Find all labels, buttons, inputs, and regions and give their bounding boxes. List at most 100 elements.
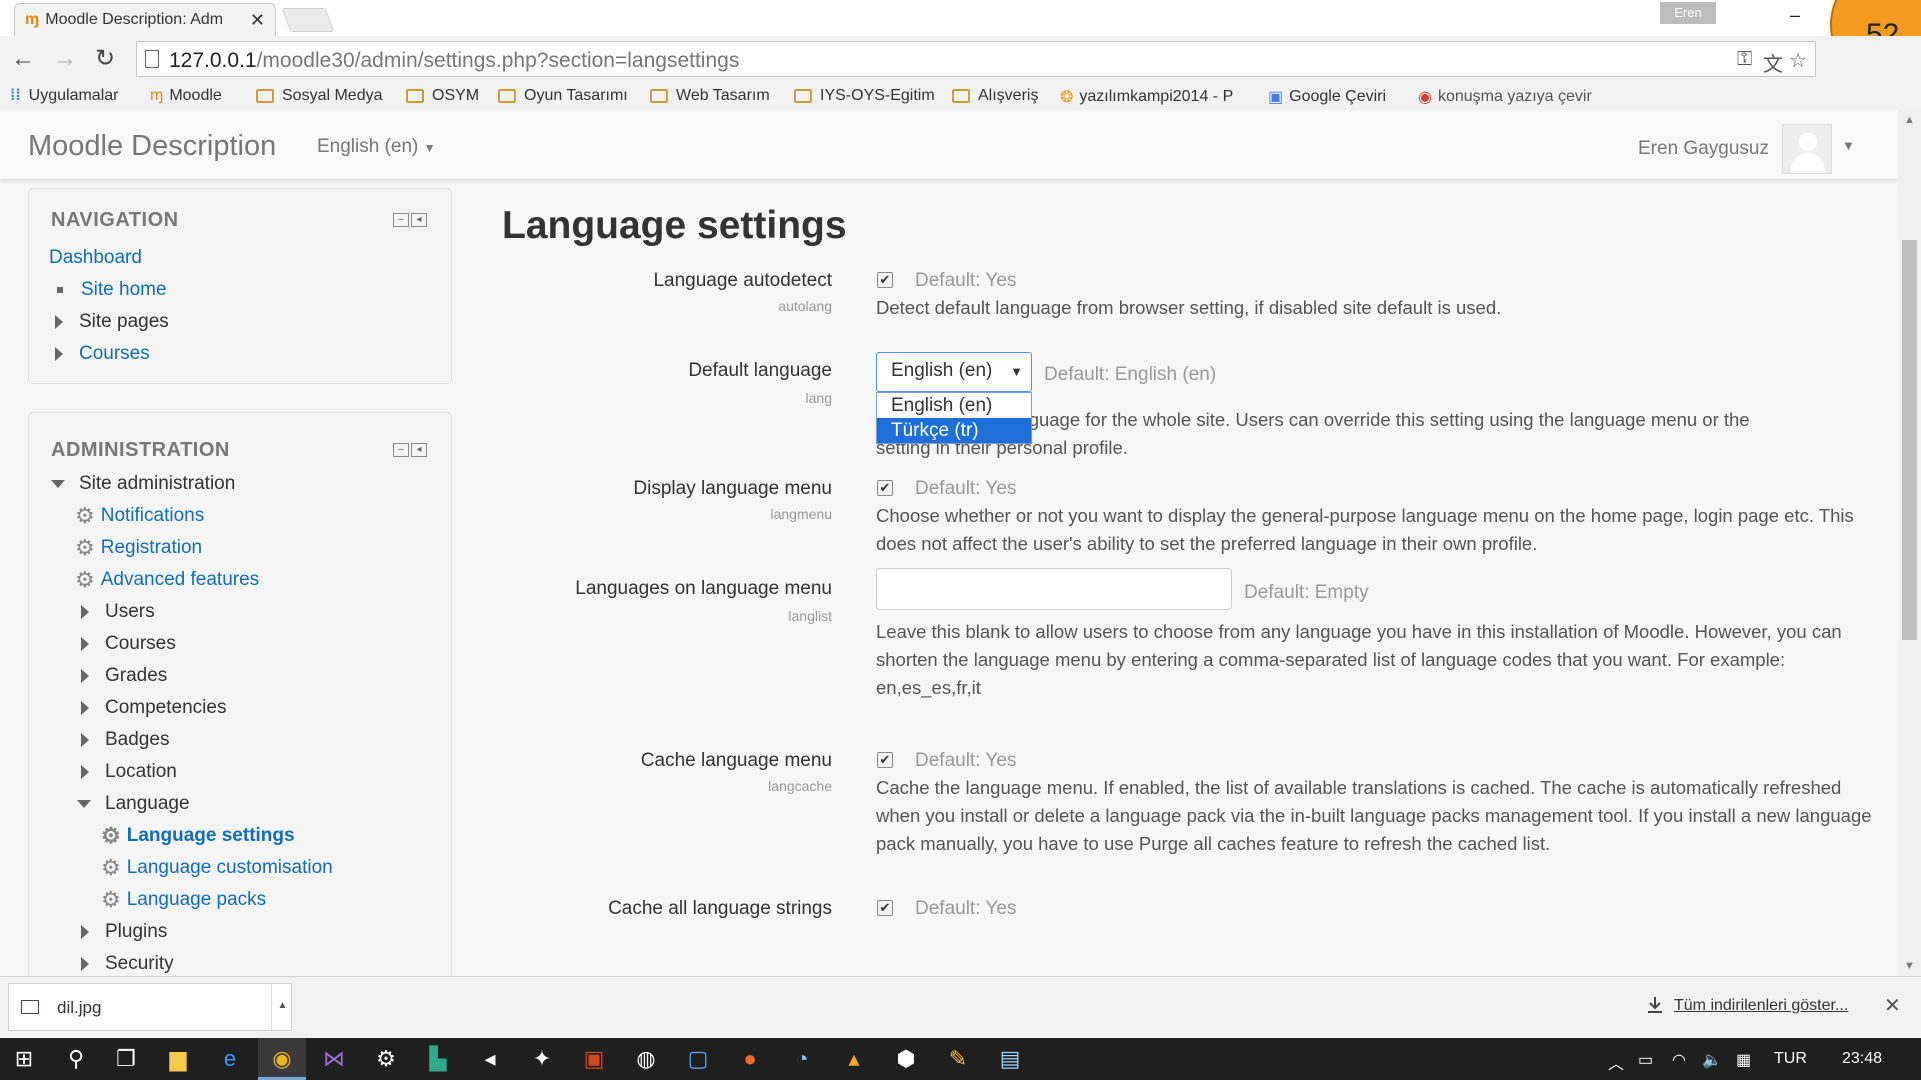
app-icon-orange[interactable]: ● (726, 1038, 774, 1080)
minimize-button[interactable]: – (1772, 0, 1818, 30)
keyboard-icon[interactable]: ▦ (1736, 1050, 1751, 1070)
admin-plugins[interactable]: Plugins (81, 921, 167, 943)
download-menu-caret-icon[interactable]: ▲ (271, 984, 293, 1032)
task-view-icon[interactable]: ❐ (102, 1038, 150, 1080)
admin-security[interactable]: Security (81, 953, 174, 975)
dock-block-icon[interactable]: ◂ (411, 443, 427, 457)
reload-icon[interactable]: ↻ (90, 44, 120, 74)
bookmark-osym[interactable]: OSYM (406, 87, 479, 105)
key-icon[interactable]: ⚿ (1737, 48, 1752, 71)
edge-icon[interactable]: e (206, 1038, 254, 1080)
admin-competencies[interactable]: Competencies (81, 697, 226, 719)
app-icon-blue[interactable]: ▢ (674, 1038, 722, 1080)
app-icon-yellow[interactable]: ▴ (830, 1038, 878, 1080)
bookmark-konusma[interactable]: ◉ konuşma yazıya çevir (1418, 87, 1592, 107)
tray-expand-icon[interactable]: ︿ (1608, 1050, 1624, 1074)
admin-language[interactable]: Language (77, 793, 190, 815)
app-icon-paint[interactable]: ✎ (934, 1038, 982, 1080)
admin-users[interactable]: Users (81, 601, 155, 623)
admin-language-packs[interactable]: ⚙ Language packs (101, 889, 266, 911)
admin-badges[interactable]: Badges (81, 729, 169, 751)
langstringcache-checkbox[interactable]: ✔ (877, 900, 893, 916)
language-menu[interactable]: English (en) ▼ (317, 136, 436, 158)
admin-grades[interactable]: Grades (81, 665, 167, 687)
url-text[interactable]: 127.0.0.1/moodle30/admin/settings.php?se… (169, 49, 739, 73)
bookmark-iys-oys[interactable]: IYS-OYS-Egitim (794, 87, 935, 105)
admin-advanced-features[interactable]: ⚙ Advanced features (75, 569, 259, 591)
bookmark-oyun-tasarimi[interactable]: Oyun Tasarımı (498, 87, 628, 105)
user-name[interactable]: Eren Gaygusuz (1638, 138, 1769, 160)
app-icon-figure[interactable]: ✦ (518, 1038, 566, 1080)
site-brand[interactable]: Moodle Description (28, 130, 276, 163)
wifi-icon[interactable]: ◠ (1672, 1050, 1686, 1070)
page-info-icon[interactable] (145, 50, 159, 68)
admin-location[interactable]: Location (81, 761, 177, 783)
avatar[interactable] (1782, 124, 1832, 174)
scroll-up-icon[interactable]: ▲ (1898, 110, 1921, 130)
address-bar[interactable]: 127.0.0.1/moodle30/admin/settings.php?se… (136, 41, 1816, 77)
forward-arrow-icon[interactable]: → (50, 44, 80, 74)
volume-icon[interactable]: 🔈 (1702, 1050, 1722, 1070)
app-icon-cube[interactable]: ⬢ (882, 1038, 930, 1080)
clock-time[interactable]: 23:48 (1842, 1050, 1882, 1068)
bookmark-yazilimkampi[interactable]: ❂ yazılımkampi2014 - P (1060, 87, 1233, 107)
nav-site-pages[interactable]: Site pages (55, 311, 169, 333)
back-arrow-icon[interactable]: ← (8, 44, 38, 74)
language-option-english[interactable]: English (en) (877, 393, 1031, 418)
powerpoint-icon[interactable]: ▣ (570, 1038, 618, 1080)
bookmark-alisveris[interactable]: Alışveriş (952, 87, 1038, 105)
admin-language-settings[interactable]: ⚙ Language settings (101, 825, 295, 847)
nav-dashboard[interactable]: Dashboard (49, 247, 142, 269)
langmenu-checkbox[interactable]: ✔ (877, 480, 893, 496)
user-menu-caret-icon[interactable]: ▼ (1842, 138, 1855, 153)
windows-start-icon[interactable]: ⊞ (0, 1038, 48, 1080)
bookmark-moodle[interactable]: ɱ Moodle (150, 87, 222, 105)
nav-courses[interactable]: Courses (55, 343, 150, 365)
steam-icon[interactable]: ◔ (778, 1038, 826, 1080)
input-language[interactable]: TUR (1774, 1050, 1807, 1068)
bookmark-google-ceviri[interactable]: ▣ Google Çeviri (1268, 87, 1386, 107)
visual-studio-icon[interactable]: ⋈ (310, 1038, 358, 1080)
page-scrollbar[interactable]: ▲ ▼ (1898, 110, 1921, 976)
download-item[interactable]: dil.jpg ▲ (8, 983, 293, 1032)
window-user-badge[interactable]: Eren (1660, 2, 1716, 24)
collapse-block-icon[interactable]: – (393, 443, 409, 457)
moodle-page: Moodle Description English (en) ▼ Eren G… (0, 110, 1898, 976)
langlist-input[interactable] (876, 568, 1232, 610)
app-icon-arrow[interactable]: ◂ (466, 1038, 514, 1080)
autolang-checkbox[interactable]: ✔ (877, 272, 893, 288)
close-tab-icon[interactable]: ✕ (250, 10, 265, 31)
nav-site-home[interactable]: Site home (49, 279, 167, 301)
settings-app-icon[interactable]: ⚙ (362, 1038, 410, 1080)
scroll-down-icon[interactable]: ▼ (1898, 956, 1921, 976)
collapse-block-icon[interactable]: – (393, 213, 409, 227)
new-tab-button[interactable] (281, 8, 335, 32)
notepad-icon[interactable]: ▤ (986, 1038, 1034, 1080)
admin-notifications[interactable]: ⚙ Notifications (75, 505, 204, 527)
langcache-checkbox[interactable]: ✔ (877, 752, 893, 768)
language-option-turkish[interactable]: Türkçe (tr) (877, 418, 1031, 443)
bookmark-apps[interactable]: ⁞⁞ Uygulamalar (10, 87, 118, 105)
battery-icon[interactable]: ▭ (1638, 1050, 1653, 1070)
bookmark-web-tasarim[interactable]: Web Tasarım (650, 87, 770, 105)
show-all-downloads-link[interactable]: Tüm indirilenleri göster... (1674, 997, 1848, 1015)
bookmark-star-icon[interactable]: ☆ (1789, 48, 1807, 73)
search-icon[interactable]: ⚲ (52, 1038, 100, 1080)
admin-registration[interactable]: ⚙ Registration (75, 537, 202, 559)
browser-tab[interactable]: ɱ Moodle Description: Adm ✕ (14, 3, 276, 36)
app-icon-circle[interactable]: ◍ (622, 1038, 670, 1080)
dock-block-icon[interactable]: ◂ (411, 213, 427, 227)
nav-label: Courses (105, 633, 176, 654)
file-explorer-icon[interactable]: ▆ (154, 1038, 202, 1080)
app-icon-teal[interactable]: ▙ (414, 1038, 462, 1080)
close-downloads-icon[interactable]: ✕ (1884, 993, 1901, 1018)
translate-icon[interactable]: 文 (1763, 48, 1783, 77)
admin-site-administration[interactable]: Site administration (51, 473, 235, 495)
admin-language-customisation[interactable]: ⚙ Language customisation (101, 857, 333, 879)
admin-courses[interactable]: Courses (81, 633, 176, 655)
chrome-taskbar-icon[interactable]: ◉ (258, 1038, 306, 1080)
scrollbar-thumb[interactable] (1902, 240, 1917, 640)
caret-down-icon: ▼ (423, 141, 436, 155)
bookmark-sosyal-medya[interactable]: Sosyal Medya (256, 87, 383, 105)
default-language-select[interactable]: English (en) ▼ (876, 352, 1032, 392)
